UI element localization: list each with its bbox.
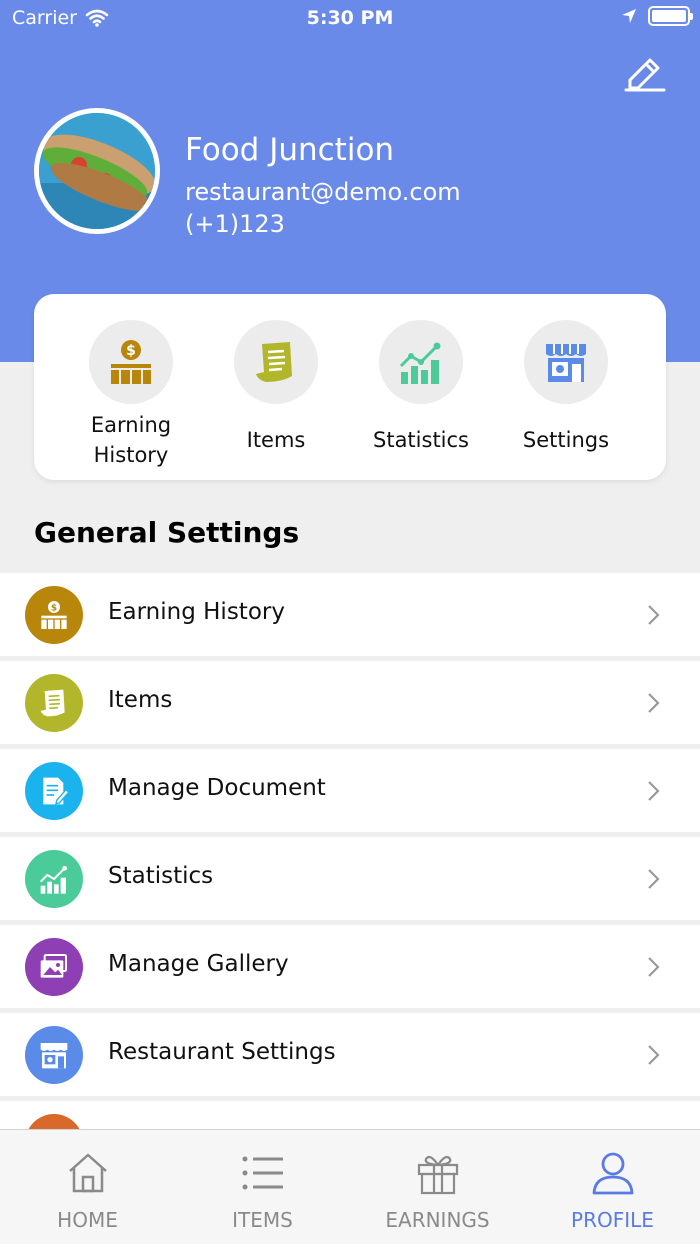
items-icon	[40, 689, 65, 717]
list-icon	[242, 1156, 283, 1190]
earning-history-icon: $	[41, 601, 67, 629]
settings-row-manage-gallery[interactable]: Manage Gallery	[0, 925, 700, 1008]
statistics-icon	[39, 866, 67, 894]
quick-action-statistics[interactable]: Statistics	[346, 320, 496, 455]
chevron-right-icon	[648, 957, 660, 977]
settings-row-label: Statistics	[108, 863, 214, 889]
food-image	[39, 113, 155, 229]
settings-row-earning-history[interactable]: $ Earning History	[0, 573, 700, 656]
bottom-tab-bar: HOME ITEMS EARNINGS PROFILE	[0, 1129, 700, 1244]
general-settings-list: $ Earning History Items Manage Document …	[0, 573, 700, 1189]
tab-earnings[interactable]: EARNINGS	[350, 1150, 525, 1232]
restaurant-name: Food Junction	[185, 132, 395, 168]
quick-action-earning-history[interactable]: $ Earning History	[56, 320, 206, 470]
settings-row-restaurant-settings[interactable]: Restaurant Settings	[0, 1013, 700, 1096]
quick-actions-card: $ Earning History Items Statistics Setti…	[34, 294, 666, 480]
settings-row-label: Manage Document	[108, 775, 326, 801]
svg-text:$: $	[51, 603, 57, 613]
restaurant-email: restaurant@demo.com	[185, 178, 461, 206]
wifi-icon	[85, 9, 109, 27]
chevron-right-icon	[648, 869, 660, 889]
battery-icon	[648, 6, 693, 26]
store-settings-icon	[546, 344, 586, 382]
chevron-right-icon	[648, 693, 660, 713]
svg-text:$: $	[126, 343, 136, 359]
gallery-icon	[40, 954, 67, 978]
user-icon	[592, 1152, 633, 1195]
home-icon	[68, 1153, 107, 1193]
tab-home[interactable]: HOME	[0, 1150, 175, 1232]
section-title: General Settings	[34, 516, 300, 549]
restaurant-phone: (+1)123	[185, 210, 285, 238]
settings-row-label: Restaurant Settings	[108, 1039, 336, 1065]
location-arrow-icon	[622, 9, 636, 23]
quick-action-settings[interactable]: Settings	[491, 320, 641, 455]
restaurant-avatar[interactable]	[34, 108, 160, 234]
gift-icon	[417, 1155, 458, 1195]
chevron-right-icon	[648, 781, 660, 801]
settings-row-label: Earning History	[108, 599, 285, 625]
status-bar: Carrier 5:30 PM	[0, 0, 700, 36]
tab-items[interactable]: ITEMS	[175, 1150, 350, 1232]
settings-row-label: Items	[108, 687, 173, 713]
settings-row-label: Manage Gallery	[108, 951, 289, 977]
settings-row-statistics[interactable]: Statistics	[0, 837, 700, 920]
settings-row-manage-document[interactable]: Manage Document	[0, 749, 700, 832]
edit-profile-button[interactable]	[620, 50, 668, 94]
settings-row-items[interactable]: Items	[0, 661, 700, 744]
chevron-right-icon	[648, 605, 660, 625]
items-icon	[256, 342, 292, 382]
quick-action-items[interactable]: Items	[201, 320, 351, 455]
chevron-right-icon	[648, 1045, 660, 1065]
carrier-label: Carrier	[12, 7, 77, 29]
earning-history-icon: $	[111, 340, 151, 384]
tab-profile[interactable]: PROFILE	[525, 1150, 700, 1232]
document-icon	[43, 777, 70, 805]
statistics-icon	[399, 342, 441, 384]
store-settings-icon	[40, 1043, 68, 1069]
